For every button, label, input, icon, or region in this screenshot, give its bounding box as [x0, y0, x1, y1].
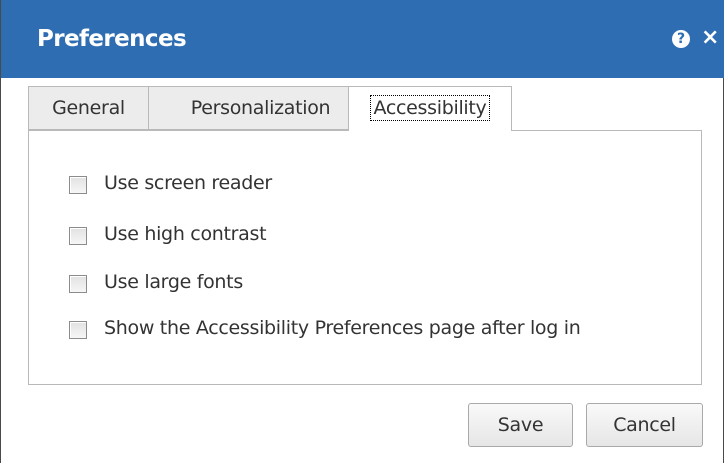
- help-icon[interactable]: ?: [672, 30, 690, 48]
- tab-accessibility[interactable]: Accessibility: [348, 86, 512, 131]
- tab-personalization[interactable]: Personalization: [148, 86, 373, 130]
- show-accessibility-page-checkbox[interactable]: [69, 321, 87, 339]
- tab-general-label: General: [52, 97, 125, 119]
- accessibility-panel: Use screen reader Use high contrast Use …: [28, 130, 702, 385]
- screen-reader-label: Use screen reader: [104, 172, 272, 194]
- dialog-titlebar[interactable]: Preferences ? ×: [1, 0, 724, 78]
- tab-general[interactable]: General: [28, 86, 149, 130]
- large-fonts-checkbox[interactable]: [69, 275, 87, 293]
- dialog-title: Preferences: [37, 26, 187, 52]
- large-fonts-label: Use large fonts: [104, 271, 243, 293]
- show-accessibility-page-label: Show the Accessibility Preferences page …: [104, 317, 581, 339]
- save-button[interactable]: Save: [468, 403, 573, 447]
- cancel-button[interactable]: Cancel: [586, 403, 703, 447]
- close-icon[interactable]: ×: [701, 24, 723, 52]
- screen-reader-checkbox[interactable]: [69, 176, 87, 194]
- tab-personalization-label: Personalization: [190, 97, 331, 119]
- high-contrast-label: Use high contrast: [104, 223, 267, 245]
- preferences-dialog: Preferences ? × General Personalization …: [0, 0, 724, 463]
- high-contrast-checkbox[interactable]: [69, 227, 87, 245]
- tab-accessibility-label: Accessibility: [370, 95, 490, 121]
